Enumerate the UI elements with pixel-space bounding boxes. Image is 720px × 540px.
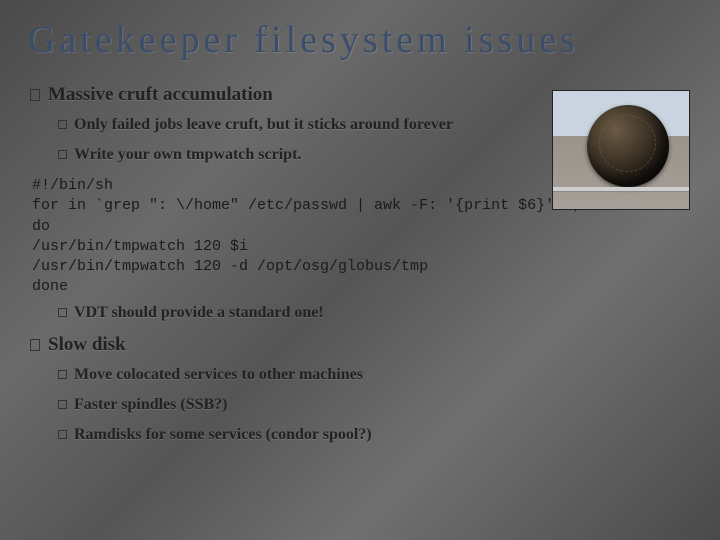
slide: Gatekeeper filesystem issues Massive cru… — [0, 0, 720, 540]
sub-bullet-text: Faster spindles (SSB?) — [74, 396, 228, 413]
illustration-photo — [552, 90, 690, 210]
sub-bullet-text: Write your own tmpwatch script. — [74, 146, 301, 163]
slide-title: Gatekeeper filesystem issues — [28, 18, 692, 62]
bullet-slow-disk: Slow disk Move colocated services to oth… — [30, 334, 692, 444]
bullet-icon — [58, 400, 67, 409]
sub-bullet: Faster spindles (SSB?) — [58, 396, 692, 414]
bullet-icon — [58, 120, 67, 129]
sub-bullet-text: Only failed jobs leave cruft, but it sti… — [74, 116, 453, 133]
sub-bullet: Ramdisks for some services (condor spool… — [58, 426, 692, 444]
bullet-text: Massive cruft accumulation — [48, 84, 273, 105]
bullet-icon — [58, 370, 67, 379]
bullet-text: Slow disk — [48, 334, 126, 355]
bullet-icon — [58, 150, 67, 159]
bullet-icon — [30, 339, 40, 351]
sub-bullet-text: Ramdisks for some services (condor spool… — [74, 426, 372, 443]
bullet-icon — [30, 89, 40, 101]
sub-bullet: Move colocated services to other machine… — [58, 366, 692, 384]
sub-bullet: VDT should provide a standard one! — [58, 304, 692, 322]
sub-bullet-text: VDT should provide a standard one! — [74, 304, 324, 321]
bullet-icon — [58, 430, 67, 439]
sub-bullet-text: Move colocated services to other machine… — [74, 366, 363, 383]
bullet-icon — [58, 308, 67, 317]
